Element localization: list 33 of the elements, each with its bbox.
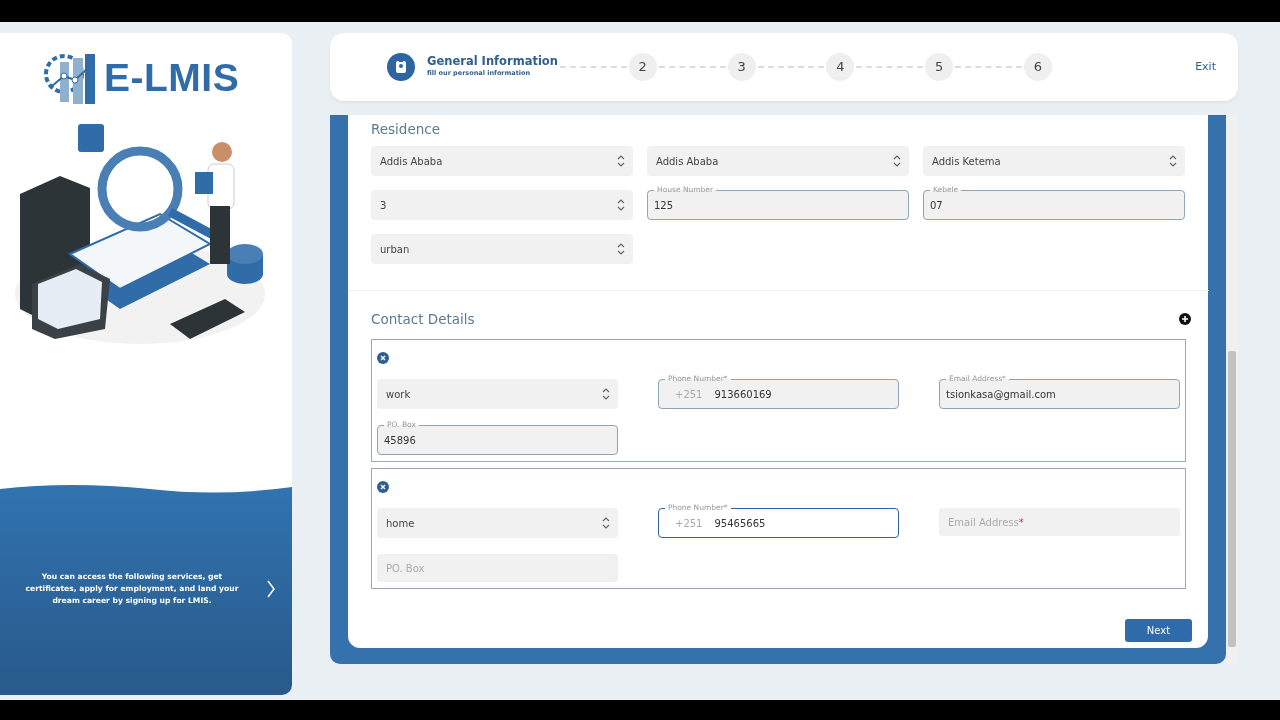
remove-icon[interactable] bbox=[377, 351, 389, 364]
email-field[interactable]: Email Address* bbox=[939, 508, 1180, 537]
chevron-right-icon[interactable] bbox=[266, 579, 276, 599]
exit-link[interactable]: Exit bbox=[1195, 58, 1216, 76]
dropdown[interactable]: Addis Ketema bbox=[923, 146, 1185, 177]
chevron-updown-icon bbox=[616, 154, 626, 169]
step-indicator[interactable] bbox=[387, 53, 415, 81]
chevron-updown-icon bbox=[1168, 154, 1178, 169]
chevron-updown-icon bbox=[616, 242, 626, 257]
remove-icon[interactable] bbox=[377, 480, 389, 493]
id-badge-icon bbox=[394, 59, 408, 75]
step-number[interactable]: 6 bbox=[1024, 53, 1052, 81]
dropdown[interactable]: Addis Ababa bbox=[647, 146, 909, 177]
dropdown[interactable]: home bbox=[377, 508, 618, 539]
next-button[interactable]: Next bbox=[1125, 619, 1192, 642]
chevron-updown-icon bbox=[601, 387, 611, 402]
step-number[interactable]: 4 bbox=[826, 53, 855, 81]
step-title: General Information bbox=[427, 55, 558, 69]
add-icon[interactable] bbox=[1179, 313, 1191, 326]
chevron-updown-icon bbox=[601, 516, 611, 531]
section-title: Residence bbox=[371, 121, 442, 138]
step-number[interactable]: 3 bbox=[727, 53, 756, 81]
dropdown[interactable]: 3 bbox=[371, 190, 633, 221]
dropdown[interactable]: Addis Ababa bbox=[371, 146, 633, 177]
dropdown[interactable]: work bbox=[377, 379, 618, 410]
dropdown[interactable]: urban bbox=[371, 234, 633, 265]
logo-text: E-LMIS bbox=[104, 55, 240, 101]
chevron-updown-icon bbox=[616, 198, 626, 213]
step-number[interactable]: 2 bbox=[628, 53, 657, 81]
scrollbar[interactable] bbox=[1226, 115, 1238, 664]
section-title: Contact Details bbox=[371, 311, 475, 328]
step-number[interactable]: 5 bbox=[925, 53, 954, 81]
chevron-updown-icon bbox=[892, 154, 902, 169]
